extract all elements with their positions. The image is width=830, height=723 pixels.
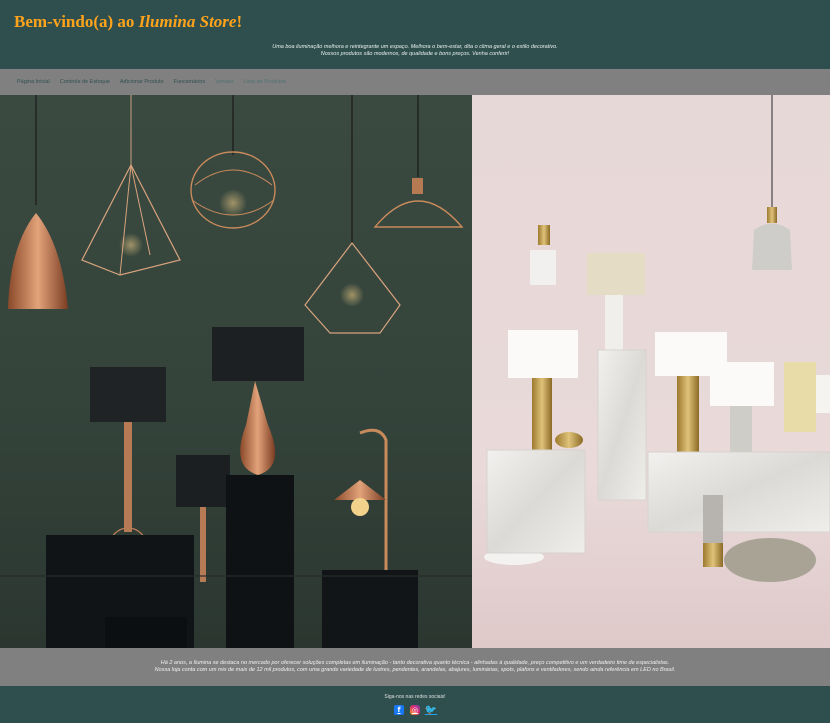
marble-lamps-illustration [484,95,830,582]
facebook-icon[interactable]: f [394,705,404,715]
welcome-text: Bem-vindo(a) ao [14,12,139,31]
title-exclaim: ! [236,12,243,31]
instagram-icon[interactable]: ◎ [410,705,420,715]
nav-item-add-product[interactable]: Adicionar Produto [120,79,164,85]
hero-image [0,95,830,648]
tagline-line-1: Uma boa iluminação melhora e reintegrant… [272,44,558,50]
nav-item-employees[interactable]: Funcionários [174,79,206,85]
twitter-icon[interactable]: 🐦 [425,705,437,716]
copper-lamps-illustration [0,95,472,648]
hero-image-pink-panel [472,95,830,648]
about-line-2: Nossa loja conta com um mix de mais de 1… [154,667,676,673]
nav-item-sales[interactable]: Vendas [215,79,233,85]
nav-item-stock-control[interactable]: Controle de Estoque [60,79,110,85]
about-section: Há 2 anos, a Ilumina se destaca no merca… [0,648,830,686]
tagline-line-2: Nossos produtos são modernos, de qualida… [320,51,510,57]
hero-image-dark-panel [0,95,472,648]
nav-item-product-list[interactable]: Lista de Produtos [243,79,286,85]
main-nav: Página Inicial Controle de Estoque Adici… [0,69,830,95]
follow-text: Siga-nos nas redes sociais! [384,694,446,700]
site-header: Bem-vindo(a) ao Ilumina Store! Uma boa i… [0,0,830,69]
store-name: Ilumina Store [138,12,237,31]
site-footer: Siga-nos nas redes sociais! f ◎ 🐦 [0,686,830,723]
about-line-1: Há 2 anos, a Ilumina se destaca no merca… [160,660,670,666]
page-title: Bem-vindo(a) ao Ilumina Store! [14,12,242,32]
social-links: f ◎ 🐦 [394,705,437,716]
nav-item-home[interactable]: Página Inicial [17,79,50,85]
tagline: Uma boa iluminação melhora e reintegrant… [0,44,830,58]
